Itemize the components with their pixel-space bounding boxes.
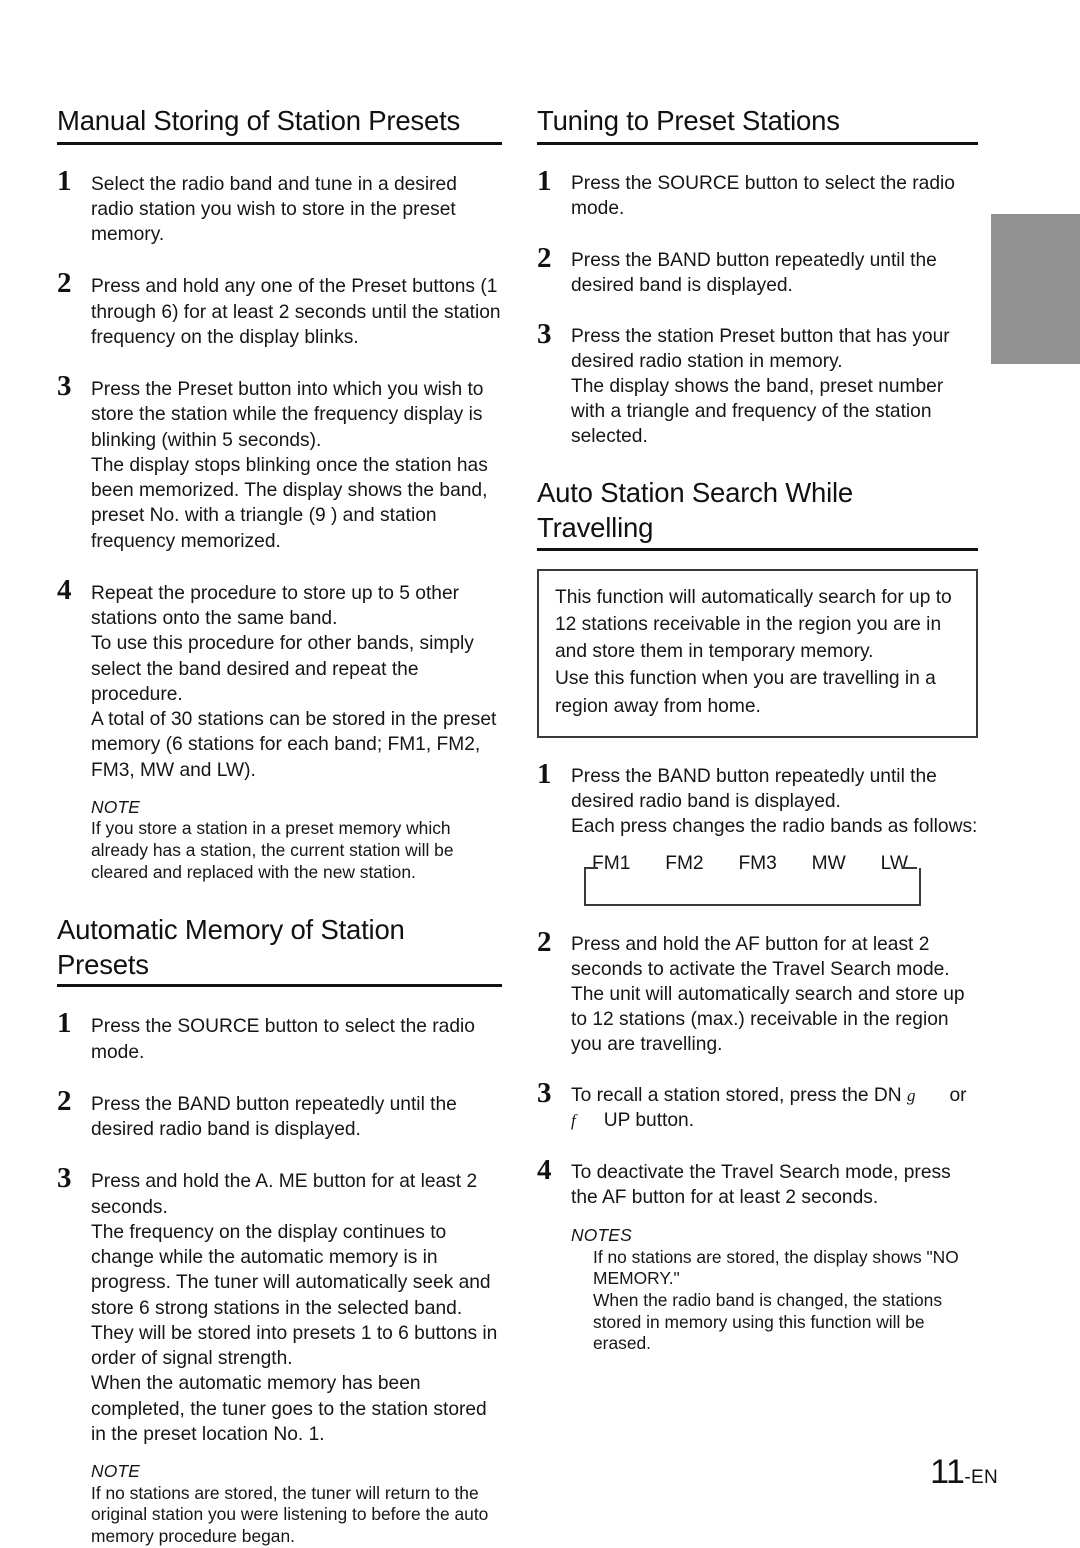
chapter-thumb-tab: [991, 214, 1080, 364]
heading-line-1: Auto Station Search While: [537, 477, 854, 509]
notes-title: NOTES: [571, 1225, 632, 1246]
step-number: 3: [57, 1162, 72, 1195]
step-paragraph: To deactivate the Travel Search mode, pr…: [571, 1162, 951, 1209]
step-number: 2: [537, 925, 552, 958]
right-column: Tuning to Preset Stations 1 Press the SO…: [537, 104, 978, 1355]
step-item: 2 Press the BAND button repeatedly until…: [57, 1086, 502, 1143]
step-item: 2 Press and hold any one of the Preset b…: [57, 268, 502, 350]
heading-line-2: Travelling: [537, 511, 654, 543]
step-item: 2 Press and hold the AF button for at le…: [537, 927, 978, 1058]
step-item: 3 Press the station Preset button that h…: [537, 319, 978, 450]
page-number-value: 11: [930, 1453, 965, 1491]
step-number: 4: [537, 1154, 552, 1187]
step-paragraph: Press the BAND button repeatedly until t…: [91, 1093, 457, 1141]
notes-block: NOTES If no stations are stored, the dis…: [571, 1225, 978, 1354]
note-block: NOTE If no stations are stored, the tune…: [91, 1461, 502, 1547]
step-paragraph: Repeat the procedure to store up to 5 ot…: [91, 582, 460, 630]
step-paragraph: Press the SOURCE button to select the ra…: [571, 172, 955, 219]
step-body: Repeat the procedure to store up to 5 ot…: [91, 575, 502, 883]
step-number: 2: [57, 1084, 72, 1117]
step-body: Press the SOURCE button to select the ra…: [571, 166, 978, 222]
step-body: Press the BAND button repeatedly until t…: [91, 1086, 502, 1143]
step-paragraph: Press the BAND button repeatedly until t…: [571, 249, 937, 296]
step-number: 1: [537, 164, 552, 197]
step-paragraph: Press the BAND button repeatedly until t…: [571, 765, 937, 812]
step-item: 3 Press and hold the A. ME button for at…: [57, 1163, 502, 1547]
step-body: To recall a station stored, press the DN…: [571, 1078, 978, 1134]
step-body: Press and hold the A. ME button for at l…: [91, 1163, 502, 1547]
step-item: 1 Select the radio band and tune in a de…: [57, 166, 502, 248]
step-body: Press and hold any one of the Preset but…: [91, 268, 502, 350]
step-item: 3 Press the Preset button into which you…: [57, 371, 502, 554]
step-body: To deactivate the Travel Search mode, pr…: [571, 1155, 978, 1354]
step-paragraph: Press the Preset button into which you w…: [91, 379, 484, 451]
step-paragraph: Each press changes the radio bands as fo…: [571, 815, 978, 837]
step-body: Press the station Preset button that has…: [571, 319, 978, 450]
function-description-box: This function will automatically search …: [537, 568, 978, 738]
step-number: 1: [537, 757, 552, 790]
note-title: NOTE: [91, 1461, 141, 1482]
step-item: 2 Press the BAND button repeatedly until…: [537, 243, 978, 299]
heading-auto-station-search: Auto Station Search While Travelling: [537, 476, 978, 551]
notes-item: When the radio band is changed, the stat…: [593, 1290, 943, 1354]
step-body: Select the radio band and tune in a desi…: [91, 166, 502, 248]
step-item: 3 To recall a station stored, press the …: [537, 1078, 978, 1134]
left-column: Manual Storing of Station Presets 1 Sele…: [57, 104, 502, 1548]
step3-text-after: UP button.: [603, 1110, 695, 1132]
callout-paragraph: This function will automatically search …: [555, 586, 952, 663]
step-number: 3: [57, 370, 72, 403]
step-paragraph: A total of 30 stations can be stored in …: [91, 709, 497, 781]
step-item: 4 Repeat the procedure to store up to 5 …: [57, 575, 502, 883]
step-paragraph: Press the station Preset button that has…: [571, 326, 950, 373]
note-block: NOTE If you store a station in a preset …: [91, 797, 502, 883]
step-number: 3: [537, 1077, 552, 1110]
step3-text-before: To recall a station stored, press the DN: [571, 1085, 907, 1107]
heading-manual-storing: Manual Storing of Station Presets: [57, 104, 502, 145]
step-number: 2: [537, 241, 552, 274]
down-arrow-symbol-glyph: g: [906, 1086, 916, 1106]
step3-text-or: or: [949, 1085, 967, 1107]
step-body: Press the Preset button into which you w…: [91, 371, 502, 554]
step-paragraph: Press and hold the AF button for at leas…: [571, 933, 965, 1055]
step-number: 3: [537, 318, 552, 351]
up-arrow-symbol-glyph: f: [571, 1111, 576, 1131]
step-paragraph: Press the SOURCE button to select the ra…: [91, 1016, 475, 1063]
page-number: 11-EN: [930, 1453, 998, 1492]
step-item: 4 To deactivate the Travel Search mode, …: [537, 1155, 978, 1354]
step-number: 1: [57, 164, 72, 197]
band-loop-bracket: [584, 867, 921, 906]
page-number-suffix: -EN: [964, 1467, 998, 1488]
step-item: 1 Press the BAND button repeatedly until…: [537, 759, 978, 840]
step-paragraph: The display stops blinking once the stat…: [91, 454, 488, 552]
note-title: NOTE: [91, 796, 141, 817]
callout-paragraph: Use this function when you are travellin…: [555, 668, 936, 717]
step-item: 1 Press the SOURCE button to select the …: [537, 166, 978, 222]
manual-page: Manual Storing of Station Presets 1 Sele…: [0, 0, 1080, 1546]
step-paragraph: f UP button.: [571, 1109, 978, 1134]
note-body: If no stations are stored, the tuner wil…: [91, 1482, 489, 1546]
step-paragraph: To use this procedure for other bands, s…: [91, 633, 474, 705]
note-body: If you store a station in a preset memor…: [91, 818, 454, 882]
step-paragraph: Press and hold any one of the Preset but…: [91, 276, 501, 348]
step-body: Press and hold the AF button for at leas…: [571, 927, 978, 1058]
step-item: 1 Press the SOURCE button to select the …: [57, 1008, 502, 1065]
heading-automatic-memory: Automatic Memory of Station Presets: [57, 913, 502, 988]
step-body: Press the SOURCE button to select the ra…: [91, 1008, 502, 1065]
step-body: Press the BAND button repeatedly until t…: [571, 243, 978, 299]
step-paragraph: The display shows the band, preset numbe…: [571, 376, 944, 448]
step-number: 4: [57, 573, 72, 606]
step-body: Press the BAND button repeatedly until t…: [571, 759, 978, 840]
step-number: 2: [57, 267, 72, 300]
step-number: 1: [57, 1007, 72, 1040]
step-paragraph: When the automatic memory has been compl…: [91, 1373, 487, 1445]
step-paragraph: They will be stored into presets 1 to 6 …: [91, 1322, 498, 1370]
step-paragraph: Select the radio band and tune in a desi…: [91, 173, 457, 246]
heading-tuning-presets: Tuning to Preset Stations: [537, 104, 978, 145]
step-paragraph: The frequency on the display continues t…: [91, 1221, 491, 1319]
step-paragraph: Press and hold the A. ME button for at l…: [91, 1171, 478, 1218]
notes-item: If no stations are stored, the display s…: [593, 1246, 959, 1289]
band-sequence-diagram: FM1 FM2 FM3 MW LW: [570, 853, 921, 906]
step-paragraph: To recall a station stored, press the DN…: [571, 1084, 978, 1109]
